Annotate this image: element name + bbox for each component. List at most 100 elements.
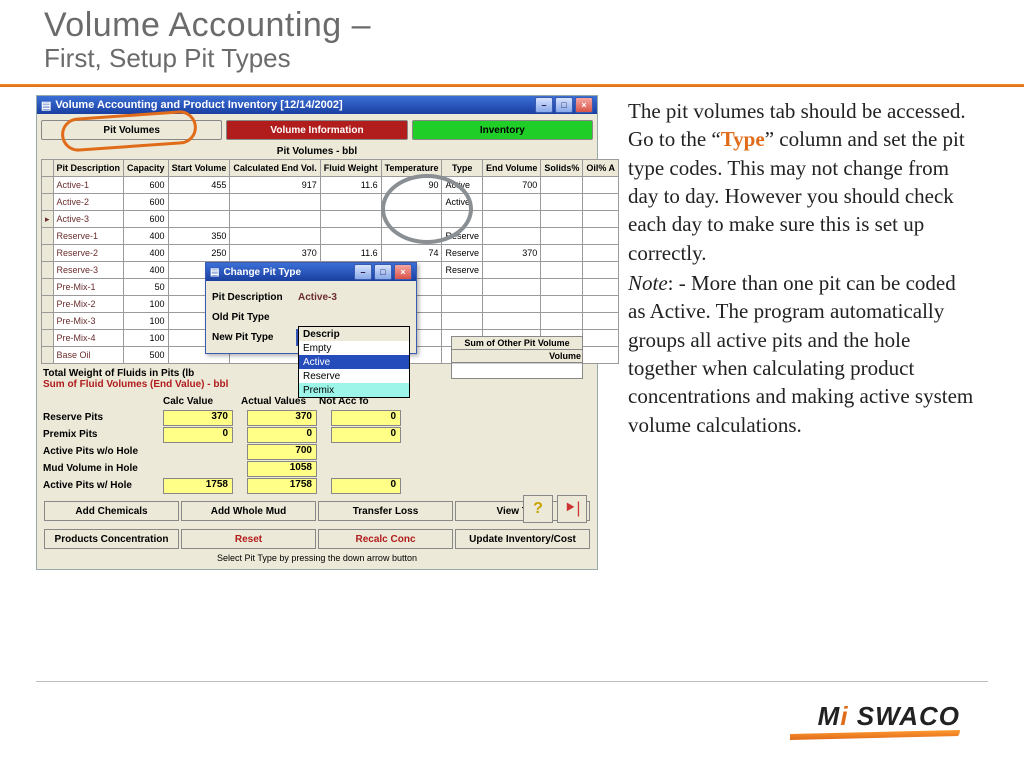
cell-sv[interactable]: 455	[168, 177, 230, 194]
cell-empty[interactable]	[541, 279, 583, 296]
column-header[interactable]: Fluid Weight	[320, 160, 381, 177]
products-concentration-button[interactable]: Products Concentration	[44, 529, 179, 549]
calc-value[interactable]: 0	[247, 427, 317, 443]
cell-cap[interactable]: 50	[124, 279, 169, 296]
cell-temp[interactable]	[381, 228, 442, 245]
cell-cap[interactable]: 600	[124, 211, 169, 228]
cell-desc[interactable]: Reserve-3	[53, 262, 124, 279]
cell-ev[interactable]	[482, 296, 540, 313]
cell-fw[interactable]	[320, 211, 381, 228]
calc-value[interactable]: 0	[163, 427, 233, 443]
cell-empty[interactable]	[541, 262, 583, 279]
dialog-close-button[interactable]: ×	[394, 264, 412, 280]
cell-ev[interactable]	[482, 194, 540, 211]
column-header[interactable]: End Volume	[482, 160, 540, 177]
dropdown-option[interactable]: Reserve	[299, 369, 409, 383]
tab-pit-volumes[interactable]: Pit Volumes	[41, 120, 222, 140]
cell-empty[interactable]	[583, 245, 619, 262]
cell-empty[interactable]	[541, 194, 583, 211]
cell-empty[interactable]	[583, 177, 619, 194]
maximize-button[interactable]: □	[555, 97, 573, 113]
cell-type[interactable]	[442, 211, 483, 228]
close-button[interactable]: ×	[575, 97, 593, 113]
help-icon[interactable]: ?	[523, 495, 553, 523]
table-row[interactable]: Active-2600Active	[42, 194, 619, 211]
cell-cap[interactable]: 100	[124, 330, 169, 347]
change-pit-type-dialog[interactable]: ▤ Change Pit Type – □ × Pit DescriptionA…	[205, 262, 417, 354]
column-header[interactable]: Calculated End Vol.	[230, 160, 320, 177]
column-header[interactable]: Oil% A	[583, 160, 619, 177]
cell-type[interactable]: Reserve	[442, 262, 483, 279]
add-chemicals-button[interactable]: Add Chemicals	[44, 501, 179, 521]
cell-type[interactable]	[442, 296, 483, 313]
cell-cap[interactable]: 100	[124, 296, 169, 313]
recalc-conc-button[interactable]: Recalc Conc	[318, 529, 453, 549]
calc-value[interactable]: 1058	[247, 461, 317, 477]
cell-cap[interactable]: 500	[124, 347, 169, 364]
calc-value[interactable]: 0	[331, 478, 401, 494]
cell-cev[interactable]	[230, 228, 320, 245]
cell-empty[interactable]	[583, 347, 619, 364]
cell-ev[interactable]	[482, 262, 540, 279]
cell-desc[interactable]: Pre-Mix-2	[53, 296, 124, 313]
cell-temp[interactable]: 90	[381, 177, 442, 194]
cell-empty[interactable]	[583, 228, 619, 245]
cell-ev[interactable]	[482, 228, 540, 245]
calc-value[interactable]: 0	[331, 427, 401, 443]
cell-cap[interactable]: 400	[124, 262, 169, 279]
cell-cev[interactable]: 917	[230, 177, 320, 194]
cell-cev[interactable]	[230, 194, 320, 211]
dropdown-option[interactable]: Premix	[299, 383, 409, 397]
calc-value[interactable]: 1758	[163, 478, 233, 494]
cell-desc[interactable]: Reserve-2	[53, 245, 124, 262]
cell-sv[interactable]	[168, 211, 230, 228]
cell-cap[interactable]: 600	[124, 177, 169, 194]
cell-empty[interactable]	[583, 262, 619, 279]
cell-ev[interactable]	[482, 211, 540, 228]
calc-value[interactable]: 700	[247, 444, 317, 460]
cell-temp[interactable]	[381, 194, 442, 211]
dropdown-option[interactable]: Active	[299, 355, 409, 369]
tab-volume-information[interactable]: Volume Information	[226, 120, 407, 140]
reset-button[interactable]: Reset	[181, 529, 316, 549]
table-row[interactable]: ▸Active-3600	[42, 211, 619, 228]
cell-empty[interactable]	[583, 330, 619, 347]
column-header[interactable]: Pit Description	[53, 160, 124, 177]
cell-sv[interactable]: 350	[168, 228, 230, 245]
cell-temp[interactable]	[381, 211, 442, 228]
cell-fw[interactable]: 11.6	[320, 177, 381, 194]
cell-empty[interactable]	[541, 245, 583, 262]
cell-cev[interactable]: 370	[230, 245, 320, 262]
cell-ev[interactable]: 700	[482, 177, 540, 194]
pit-type-dropdown-list[interactable]: DescripEmptyActiveReservePremix	[298, 326, 410, 398]
cell-fw[interactable]	[320, 194, 381, 211]
cell-type[interactable]: Reserve	[442, 228, 483, 245]
cell-fw[interactable]	[320, 228, 381, 245]
dialog-maximize-button[interactable]: □	[374, 264, 392, 280]
cell-cev[interactable]	[230, 211, 320, 228]
cell-type[interactable]: Reserve	[442, 245, 483, 262]
column-header[interactable]: Solids%	[541, 160, 583, 177]
column-header[interactable]: Temperature	[381, 160, 442, 177]
cell-desc[interactable]: Pre-Mix-4	[53, 330, 124, 347]
cell-empty[interactable]	[541, 228, 583, 245]
cell-ev[interactable]	[482, 279, 540, 296]
cell-empty[interactable]	[583, 313, 619, 330]
cell-type[interactable]	[442, 279, 483, 296]
cell-type[interactable]	[442, 313, 483, 330]
cell-desc[interactable]: Active-3	[53, 211, 124, 228]
cell-cap[interactable]: 100	[124, 313, 169, 330]
calc-value[interactable]: 1758	[247, 478, 317, 494]
cell-empty[interactable]	[583, 194, 619, 211]
minimize-button[interactable]: –	[535, 97, 553, 113]
table-row[interactable]: Reserve-240025037011.674Reserve370	[42, 245, 619, 262]
cell-type[interactable]: Active	[442, 194, 483, 211]
cell-empty[interactable]	[541, 177, 583, 194]
column-header[interactable]: Start Volume	[168, 160, 230, 177]
cell-desc[interactable]: Active-2	[53, 194, 124, 211]
cell-type[interactable]: Active	[442, 177, 483, 194]
window-titlebar[interactable]: ▤ Volume Accounting and Product Inventor…	[37, 96, 597, 114]
cell-empty[interactable]	[541, 211, 583, 228]
cell-fw[interactable]: 11.6	[320, 245, 381, 262]
dialog-minimize-button[interactable]: –	[354, 264, 372, 280]
